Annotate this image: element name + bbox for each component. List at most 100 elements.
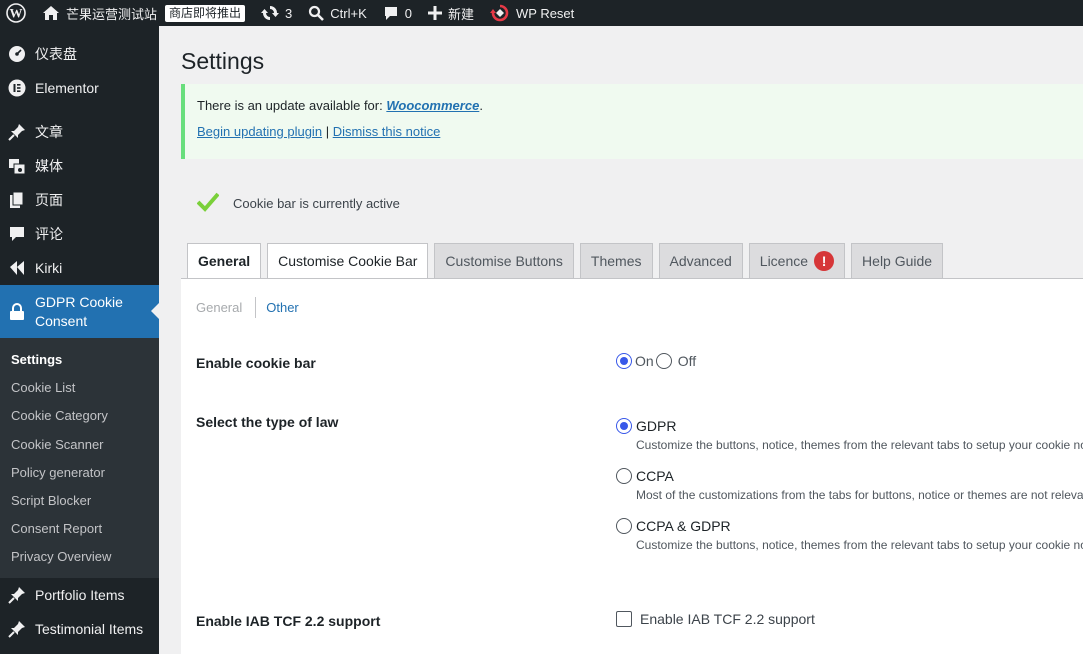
off-label: Off <box>677 353 697 369</box>
settings-panel: General Other Enable cookie bar On Off S… <box>181 278 1083 654</box>
new-content-link[interactable]: 新建 <box>420 0 482 26</box>
status-text: Cookie bar is currently active <box>233 196 400 211</box>
submenu-cookie-scanner[interactable]: Cookie Scanner <box>0 431 159 459</box>
woocommerce-link[interactable]: Woocommerce <box>386 98 479 113</box>
law-option-desc: Customize the buttons, notice, themes fr… <box>636 438 1083 452</box>
law-option-name: CCPA & GDPR <box>636 518 731 534</box>
submenu-privacy-overview[interactable]: Privacy Overview <box>0 543 159 571</box>
media-icon <box>7 156 27 176</box>
iab-checkbox-label: Enable IAB TCF 2.2 support <box>640 611 815 627</box>
wp-reset-link[interactable]: WP Reset <box>482 0 582 26</box>
search-shortcut: Ctrl+K <box>330 5 367 21</box>
tab-general[interactable]: General <box>187 243 262 279</box>
sidebar-item-dashboard[interactable]: 仪表盘 <box>0 37 159 71</box>
tab-help-guide[interactable]: Help Guide <box>851 243 944 279</box>
law-option-name: GDPR <box>636 418 677 434</box>
sidebar-item-testimonial-items[interactable]: Testimonial Items <box>0 612 159 646</box>
sidebar-item-label: 评论 <box>35 226 63 242</box>
notice-actions: Begin updating plugin | Dismiss this not… <box>197 124 1083 139</box>
sidebar-item-comments[interactable]: 评论 <box>0 217 159 251</box>
tab-advanced[interactable]: Advanced <box>658 243 743 279</box>
tab-themes[interactable]: Themes <box>579 243 653 279</box>
iab-support-label: Enable IAB TCF 2.2 support <box>196 613 381 629</box>
sidebar-item-label: 文章 <box>35 124 63 140</box>
elementor-icon <box>7 78 27 98</box>
law-type-label: Select the type of law <box>196 414 339 430</box>
tab-customise-cookie-bar[interactable]: Customise Cookie Bar <box>267 243 429 279</box>
notice-suffix: . <box>479 98 483 113</box>
sidebar-item-label: GDPR Cookie Consent <box>35 293 123 329</box>
gdpr-radio[interactable] <box>616 418 632 434</box>
home-icon <box>42 5 60 21</box>
comments-link[interactable]: 0 <box>375 0 420 26</box>
admin-bar: W 芒果运营测试站 商店即将推出 3 Ctrl+K 0 新建 WP Reset <box>0 0 1083 26</box>
ccpa-radio[interactable] <box>616 468 632 484</box>
new-label: 新建 <box>447 6 474 22</box>
checkmark-icon <box>196 192 220 215</box>
search-icon <box>308 5 325 21</box>
sidebar-item-label: Portfolio Items <box>35 586 125 603</box>
page-icon <box>7 190 27 210</box>
gdpr-submenu: Settings Cookie List Cookie Category Coo… <box>0 338 159 578</box>
cookie-bar-status: Cookie bar is currently active <box>196 192 400 215</box>
updates-icon <box>261 4 280 22</box>
sidebar-item-portfolio-items[interactable]: Portfolio Items <box>0 578 159 612</box>
site-name-link[interactable]: 芒果运营测试站 商店即将推出 <box>32 0 253 26</box>
page-title: Settings <box>181 48 265 74</box>
tab-customise-buttons[interactable]: Customise Buttons <box>434 243 574 279</box>
pin-icon <box>7 122 27 142</box>
lock-icon <box>7 302 27 322</box>
comment-icon <box>383 5 399 21</box>
wp-reset-label: WP Reset <box>516 5 575 21</box>
sidebar-item-gdpr-cookie-consent[interactable]: GDPR Cookie Consent <box>0 285 159 338</box>
iab-support-option: Enable IAB TCF 2.2 support <box>616 611 815 627</box>
cookie-bar-on-radio[interactable] <box>616 353 632 369</box>
subtab-general[interactable]: General <box>196 300 255 315</box>
subtab-other[interactable]: Other <box>255 297 312 318</box>
iab-support-checkbox[interactable] <box>616 611 632 627</box>
begin-updating-link[interactable]: Begin updating plugin <box>197 124 322 139</box>
plus-icon <box>427 6 442 20</box>
cookie-bar-off-radio[interactable] <box>655 353 672 369</box>
ccpa-gdpr-radio[interactable] <box>616 518 632 534</box>
admin-sidebar: 仪表盘 Elementor 文章 媒体 页面 评论 Kirki GDPR Coo… <box>0 26 159 654</box>
notice-message: There is an update available for: Woocom… <box>197 98 1083 113</box>
law-option-gdpr: GDPR Customize the buttons, notice, them… <box>616 418 1083 452</box>
sidebar-item-label: 仪表盘 <box>35 46 77 62</box>
submenu-settings[interactable]: Settings <box>0 346 159 374</box>
submenu-cookie-category[interactable]: Cookie Category <box>0 402 159 430</box>
sidebar-item-label: 页面 <box>35 192 63 208</box>
notice-separator: | <box>325 124 330 139</box>
sidebar-item-label: Testimonial Items <box>35 620 144 637</box>
coming-soon-badge: 商店即将推出 <box>165 4 246 22</box>
sidebar-item-posts[interactable]: 文章 <box>0 115 159 149</box>
update-notice: There is an update available for: Woocom… <box>181 84 1083 159</box>
submenu-script-blocker[interactable]: Script Blocker <box>0 487 159 515</box>
law-option-name: CCPA <box>636 468 674 484</box>
main-content: Settings There is an update available fo… <box>159 26 1083 654</box>
updates-link[interactable]: 3 <box>253 0 300 26</box>
submenu-consent-report[interactable]: Consent Report <box>0 515 159 543</box>
sidebar-item-media[interactable]: 媒体 <box>0 149 159 183</box>
law-type-options: GDPR Customize the buttons, notice, them… <box>616 418 1083 552</box>
tab-licence[interactable]: Licence ! <box>748 243 846 279</box>
submenu-cookie-list[interactable]: Cookie List <box>0 374 159 402</box>
command-search[interactable]: Ctrl+K <box>300 0 374 26</box>
sidebar-item-pages[interactable]: 页面 <box>0 183 159 217</box>
on-label: On <box>635 353 654 369</box>
sidebar-item-elementor[interactable]: Elementor <box>0 71 159 105</box>
dismiss-notice-link[interactable]: Dismiss this notice <box>333 124 441 139</box>
svg-text:W: W <box>10 6 23 21</box>
tab-licence-label: Licence <box>759 253 809 269</box>
comment-icon <box>7 224 27 244</box>
law-option-desc: Customize the buttons, notice, themes fr… <box>636 538 1083 552</box>
sidebar-item-label: 媒体 <box>35 158 63 174</box>
kirki-icon <box>7 258 27 278</box>
comments-count: 0 <box>404 5 412 21</box>
submenu-policy-generator[interactable]: Policy generator <box>0 459 159 487</box>
updates-count: 3 <box>285 5 293 21</box>
wordpress-logo-icon[interactable]: W <box>0 0 32 26</box>
wp-reset-icon <box>490 4 510 22</box>
sidebar-item-kirki[interactable]: Kirki <box>0 251 159 285</box>
enable-cookie-bar-label: Enable cookie bar <box>196 355 316 371</box>
